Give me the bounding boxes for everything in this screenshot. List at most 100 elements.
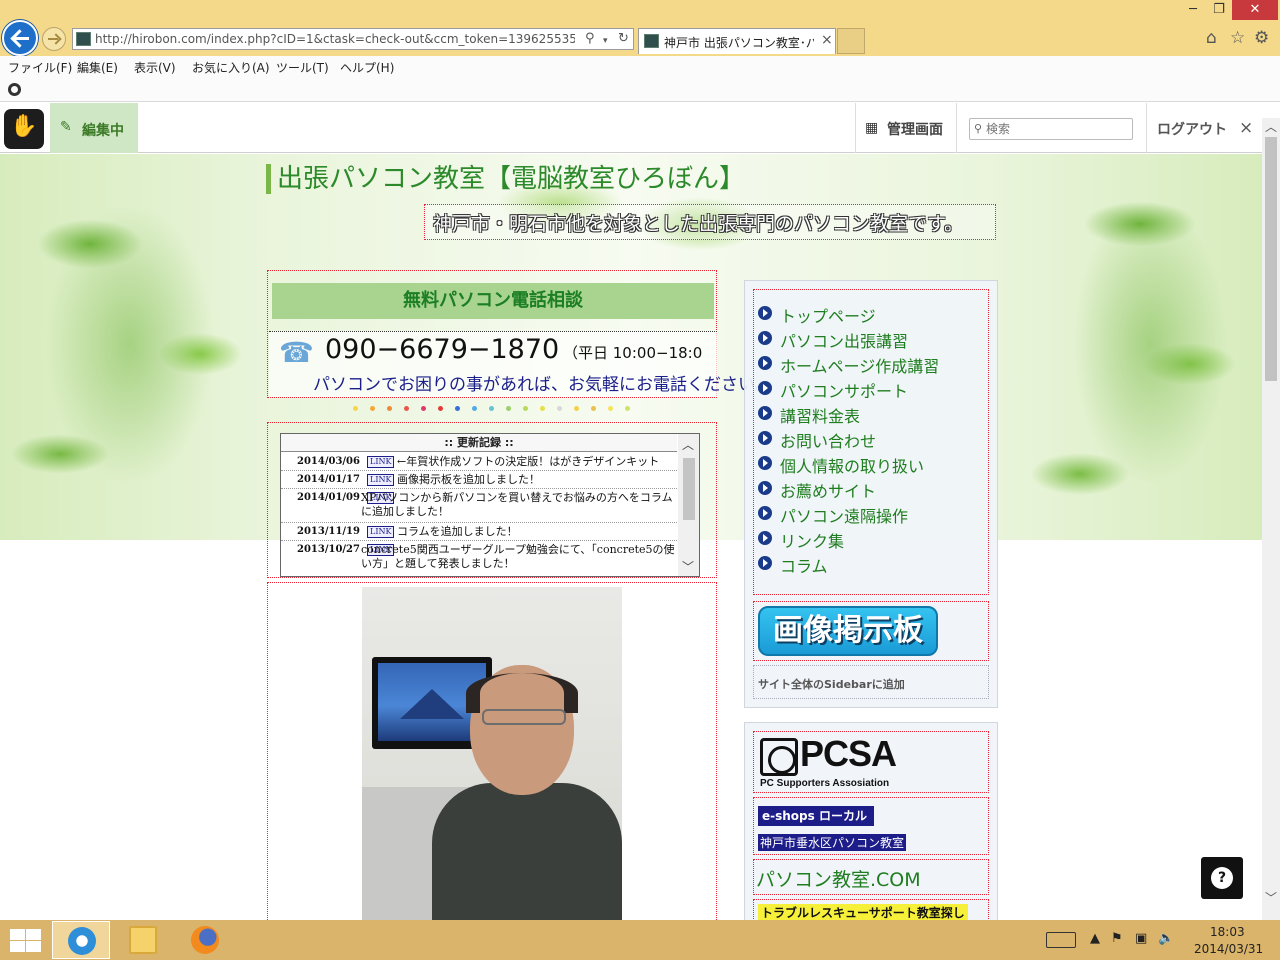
news-date: 2013/11/19 (297, 526, 360, 537)
nav-label: トップページ (780, 307, 876, 326)
flag-icon[interactable]: ⚑ (1111, 931, 1123, 946)
add-to-sidebar-label: サイト全体のSidebarに追加 (758, 678, 905, 691)
news-scroll-thumb[interactable] (683, 458, 695, 520)
menu-file[interactable]: ファイル(F) (8, 59, 72, 76)
address-url[interactable]: http://hirobon.com/index.php?cID=1&ctask… (95, 32, 575, 46)
close-icon[interactable]: × (1239, 118, 1253, 138)
pcclass-link[interactable]: パソコン教室.COM (756, 865, 921, 892)
eshops-link[interactable]: 神戸市垂水区パソコン教室 (758, 834, 907, 851)
chevron-down-icon[interactable]: ▾ (603, 33, 608, 49)
refresh-icon[interactable]: ↻ (618, 31, 629, 47)
news-row: 2013/11/19 LINK コラムを追加しました！ (281, 523, 677, 541)
trouble-rescue-link[interactable]: トラブルレスキューサポート教室探し (758, 904, 968, 920)
gear-icon[interactable]: ⚙ (1254, 28, 1269, 48)
decorative-dot (523, 406, 528, 411)
site-subtitle: 神戸市・明石市他を対象とした出張専門のパソコン教室です。 (424, 204, 996, 240)
news-text[interactable]: ←年賀状作成ソフトの決定版！はがきデザインキット (397, 455, 677, 469)
arrow-bullet-icon (758, 481, 772, 495)
tab-close-icon[interactable]: × (821, 32, 833, 48)
menu-tools[interactable]: ツール(T) (276, 59, 329, 76)
taskbar-internet-explorer[interactable] (52, 921, 110, 959)
decorative-dot (625, 406, 630, 411)
maximize-button[interactable]: ❐ (1206, 0, 1232, 20)
telephone-icon: ☎ (279, 336, 314, 369)
show-hidden-icons-icon[interactable]: ▲ (1090, 931, 1100, 946)
menu-edit[interactable]: 編集(E) (77, 59, 118, 76)
search-icon[interactable]: ⚲ (585, 31, 595, 47)
favorites-star-icon[interactable]: ☆ (1230, 28, 1245, 48)
leaf-decoration-left (0, 154, 260, 540)
pcsa-subtitle: PC Supporters Assosiation (760, 778, 890, 789)
clock-date[interactable]: 2014/03/31 (1194, 942, 1263, 956)
close-window-button[interactable]: ✕ (1232, 0, 1278, 20)
add-to-sidebar-area[interactable]: サイト全体のSidebarに追加 (753, 665, 989, 699)
arrow-bullet-icon (758, 356, 772, 370)
news-link-badge[interactable]: LINK (367, 474, 395, 486)
news-text[interactable]: 画像掲示板を追加しました！ (397, 473, 677, 487)
phone-number: 090−6679−1870 (325, 334, 560, 365)
consult-header: 無料パソコン電話相談 (272, 283, 714, 319)
decorative-dot (438, 406, 443, 411)
decorative-dot (353, 406, 358, 411)
taskbar-firefox[interactable] (176, 921, 234, 959)
arrow-bullet-icon (758, 531, 772, 545)
news-date: 2013/10/27 (297, 544, 360, 555)
decorative-dot (370, 406, 375, 411)
browser-tab-active[interactable]: 神戸市 出張パソコン教室･パ... × (638, 28, 836, 54)
toolbar-search-input[interactable] (986, 121, 1126, 137)
news-scrollbar[interactable]: ︿ ﹀ (678, 434, 699, 576)
internet-explorer-icon (68, 927, 96, 955)
pcsa-banner[interactable]: PCSA PC Supporters Assosiation (753, 731, 989, 793)
address-bar[interactable]: http://hirobon.com/index.php?cID=1&ctask… (72, 28, 634, 50)
concrete5-favorite-icon[interactable] (8, 83, 21, 96)
image-bbs-button[interactable]: 画像掲示板 (758, 606, 938, 656)
help-button[interactable]: ? (1201, 857, 1243, 899)
leaf-decoration-right (1020, 154, 1262, 540)
clock-time[interactable]: 18:03 (1210, 925, 1245, 939)
bbs-banner-block: 画像掲示板 (753, 601, 989, 661)
page-scroll-thumb[interactable] (1265, 137, 1277, 381)
news-link-badge[interactable]: LINK (367, 456, 395, 468)
decorative-dot (421, 406, 426, 411)
phone-note: パソコンでお困りの事があれば、お気軽にお電話ください。 (313, 375, 772, 395)
page-content: 出張パソコン教室【電脳教室ひろぼん】 神戸市・明石市他を対象とした出張専門のパソ… (0, 154, 1262, 920)
instructor-photo (362, 587, 622, 920)
menu-favorites[interactable]: お気に入り(A) (192, 59, 270, 76)
pcclass-banner-block: パソコン教室.COM (753, 859, 989, 895)
speaker-icon[interactable]: 🔈 (1158, 931, 1174, 946)
chevron-up-icon[interactable]: ︿ (682, 436, 694, 453)
home-icon[interactable]: ⌂ (1206, 28, 1217, 48)
logout-button[interactable]: ログアウト × (1146, 103, 1262, 153)
taskbar-file-explorer[interactable] (114, 921, 172, 959)
grid-icon: ▦ (865, 120, 879, 136)
new-tab-button[interactable] (837, 28, 865, 54)
news-link-badge[interactable]: LINK (367, 526, 395, 538)
eshops-banner[interactable]: e-shops ローカル (758, 806, 874, 826)
nav-label: パソコン出張講習 (780, 332, 909, 351)
site-title[interactable]: 出張パソコン教室【電脳教室ひろぼん】 (266, 164, 745, 194)
news-row: 2013/10/27 LINK concrete5関西ユーザーグループ勉強会にて… (281, 541, 677, 576)
edit-mode-label: 編集中 (82, 123, 124, 139)
chevron-down-icon[interactable]: ﹀ (1262, 889, 1280, 907)
keyboard-icon[interactable] (1046, 932, 1076, 948)
concrete5-logo[interactable]: ✋ (4, 109, 44, 149)
news-text[interactable]: concrete5関西ユーザーグループ勉強会にて、「concrete5の使い方」… (361, 543, 677, 571)
decorative-dot (489, 406, 494, 411)
menu-view[interactable]: 表示(V) (134, 59, 176, 76)
toolbar-search[interactable]: ⚲ (969, 118, 1133, 140)
nav-label: お問い合わせ (780, 432, 877, 451)
forward-button[interactable] (42, 27, 66, 51)
nav-label: コラム (780, 557, 828, 576)
news-text[interactable]: コラムを追加しました！ (397, 525, 677, 539)
chevron-down-icon[interactable]: ﹀ (682, 558, 694, 575)
menu-help[interactable]: ヘルプ(H) (340, 59, 394, 76)
dashboard-button[interactable]: ▦ 管理画面 (855, 103, 957, 153)
edit-mode-button[interactable]: ✎ 編集中 (50, 103, 138, 153)
network-icon[interactable]: ▣ (1135, 931, 1147, 946)
minimize-button[interactable]: ─ (1180, 0, 1206, 20)
back-button[interactable] (2, 20, 38, 56)
folder-icon (129, 926, 157, 954)
start-button[interactable] (6, 928, 41, 952)
news-text[interactable]: XPパソコンから新パソコンを買い替えでお悩みの方へをコラムに追加しました！ (361, 491, 677, 519)
chevron-up-icon[interactable]: ︿ (1262, 118, 1280, 136)
